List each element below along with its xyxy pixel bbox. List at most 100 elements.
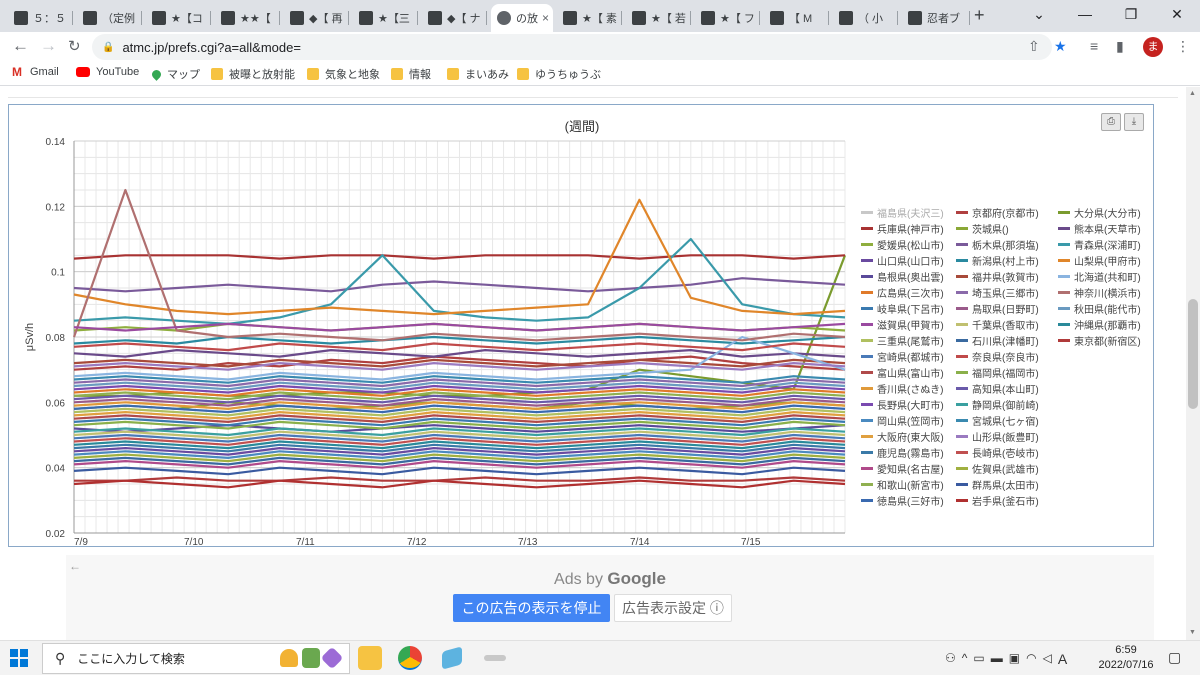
legend-item[interactable]: 北海道(共和町) <box>1058 269 1141 284</box>
scrollbar-thumb[interactable] <box>1188 299 1198 409</box>
legend-item[interactable]: 山形県(飯豊町) <box>956 429 1039 444</box>
profile-avatar[interactable]: ま <box>1143 37 1163 57</box>
legend-item[interactable]: 大阪府(東大阪) <box>861 429 944 444</box>
legend-item[interactable]: 富山県(富山市) <box>861 365 944 380</box>
legend-item[interactable]: 群馬県(太田市) <box>956 477 1039 492</box>
legend-item[interactable]: 福島県(夫沢三) <box>861 205 944 220</box>
bookmark-folder-maiami[interactable]: まいあみ <box>447 66 509 82</box>
legend-item[interactable]: 山梨県(甲府市) <box>1058 253 1141 268</box>
volume-icon[interactable]: ◁ <box>1043 651 1052 667</box>
legend-item[interactable]: 東京都(新宿区) <box>1058 333 1141 348</box>
reading-list-icon[interactable]: ≡ <box>1090 38 1098 54</box>
legend-item[interactable]: 高知県(本山町) <box>956 381 1039 396</box>
person-icon[interactable]: ⚇ <box>945 651 956 667</box>
browser-tab[interactable]: ★【三 <box>353 4 418 32</box>
legend-item[interactable]: 香川県(さぬき) <box>861 381 943 396</box>
legend-item[interactable]: 鳥取県(日野町) <box>956 301 1039 316</box>
legend-item[interactable]: 京都府(京都市) <box>956 205 1039 220</box>
app-icon[interactable] <box>484 655 506 661</box>
legend-item[interactable]: 石川県(津幡町) <box>956 333 1039 348</box>
ad-settings-button[interactable]: 広告表示設定 ⓘ <box>614 594 732 622</box>
bookmark-folder-hibaku[interactable]: 被曝と放射能 <box>211 66 295 82</box>
bookmark-maps[interactable]: マップ <box>150 66 200 82</box>
browser-tab[interactable]: ★【 素 <box>557 4 622 32</box>
calendar-badge-icon[interactable] <box>302 648 320 668</box>
notification-icon[interactable]: ▢ <box>1168 649 1181 666</box>
legend-item[interactable]: 和歌山(新宮市) <box>861 477 944 492</box>
browser-tab[interactable]: 【 M <box>764 4 829 32</box>
side-panel-icon[interactable]: ▮ <box>1116 38 1124 55</box>
legend-item[interactable]: 長崎県(壱岐市) <box>956 445 1039 460</box>
storage-icon[interactable]: ▣ <box>1009 651 1020 667</box>
bookmark-gmail[interactable]: M Gmail <box>12 66 59 78</box>
browser-tab[interactable]: （定例 <box>77 4 142 32</box>
network-icon[interactable]: ▭ <box>973 651 984 667</box>
legend-item[interactable]: 徳島県(三好市) <box>861 493 944 508</box>
legend-item[interactable]: 栃木県(那須塩) <box>956 237 1039 252</box>
ime-indicator[interactable]: A <box>1058 651 1067 667</box>
legend-item[interactable]: 広島県(三次市) <box>861 285 944 300</box>
browser-tab[interactable]: ◆【 再 <box>284 4 349 32</box>
legend-item[interactable]: 岩手県(釜石市) <box>956 493 1039 508</box>
print-icon[interactable]: ⎙ <box>1101 113 1121 131</box>
restore-button[interactable]: ❐ <box>1108 0 1154 32</box>
legend-item[interactable]: 宮崎県(都城市) <box>861 349 944 364</box>
clock[interactable]: 6:59 2022/07/16 <box>1098 643 1154 673</box>
browser-tab[interactable]: の放 × <box>491 4 553 32</box>
bookmark-folder-youtube[interactable]: ゆうちゅうぶ <box>517 66 601 82</box>
legend-item[interactable]: 茨城県() <box>956 221 1009 236</box>
legend-item[interactable]: 宮城県(七ヶ宿) <box>956 413 1039 428</box>
browser-tab[interactable]: ★★【 <box>215 4 280 32</box>
legend-item[interactable]: 神奈川(横浜市) <box>1058 285 1141 300</box>
legend-item[interactable]: 長野県(大町市) <box>861 397 944 412</box>
download-icon[interactable]: ⤓ <box>1124 113 1144 131</box>
close-tab-icon[interactable]: × <box>538 11 549 25</box>
legend-item[interactable]: 新潟県(村上市) <box>956 253 1039 268</box>
tab-search-button[interactable]: ⌄ <box>1016 0 1062 32</box>
bookmark-folder-joho[interactable]: 情報 <box>391 66 431 82</box>
legend-item[interactable]: 青森県(深浦町) <box>1058 237 1141 252</box>
legend-item[interactable]: 滋賀県(甲賀市) <box>861 317 944 332</box>
browser-tab[interactable]: 忍者ブ <box>902 4 970 32</box>
legend-item[interactable]: 千葉県(香取市) <box>956 317 1039 332</box>
legend-item[interactable]: 福岡県(福岡市) <box>956 365 1039 380</box>
legend-item[interactable]: 岐阜県(下呂市) <box>861 301 944 316</box>
scroll-up-icon[interactable]: ▲ <box>1189 90 1196 97</box>
legend-item[interactable]: 佐賀県(武雄市) <box>956 461 1039 476</box>
close-window-button[interactable]: ✕ <box>1154 0 1200 32</box>
back-icon[interactable]: ← <box>12 36 29 56</box>
legend-item[interactable]: 奈良県(奈良市) <box>956 349 1039 364</box>
legend-item[interactable]: 沖縄県(那覇市) <box>1058 317 1141 332</box>
legend-item[interactable]: 愛媛県(松山市) <box>861 237 944 252</box>
legend-item[interactable]: 鹿児島(霧島市) <box>861 445 944 460</box>
browser-tab[interactable]: ★【 若 <box>626 4 691 32</box>
legend-item[interactable]: 福井県(敦賀市) <box>956 269 1039 284</box>
legend-item[interactable]: 愛知県(名古屋) <box>861 461 944 476</box>
browser-tab[interactable]: ★【コ <box>146 4 211 32</box>
legend-item[interactable]: 埼玉県(三郷市) <box>956 285 1039 300</box>
reload-icon[interactable]: ↻ <box>68 37 81 55</box>
legend-item[interactable]: 三重県(尾鷲市) <box>861 333 944 348</box>
legend-item[interactable]: 兵庫県(神戸市) <box>861 221 944 236</box>
stop-ad-button[interactable]: この広告の表示を停止 <box>453 594 610 622</box>
notepad-icon[interactable] <box>442 646 462 670</box>
legend-item[interactable]: 熊本県(天草市) <box>1058 221 1141 236</box>
browser-tab[interactable]: ★【 フ <box>695 4 760 32</box>
legend-item[interactable]: 静岡県(御前崎) <box>956 397 1039 412</box>
lock-icon[interactable]: 🔒 <box>102 42 114 53</box>
battery-icon[interactable]: ▬ <box>991 651 1003 667</box>
scroll-down-icon[interactable]: ▼ <box>1189 629 1196 636</box>
bookmark-youtube[interactable]: YouTube <box>76 66 139 78</box>
legend-item[interactable]: 大分県(大分市) <box>1058 205 1141 220</box>
address-bar[interactable]: 🔒 atmc.jp/prefs.cgi?a=all&mode= <box>92 34 1052 60</box>
browser-tab[interactable]: ◆【 ナ <box>422 4 487 32</box>
chrome-icon[interactable] <box>398 646 422 670</box>
browser-tab[interactable]: （ 小 <box>833 4 898 32</box>
bookmark-folder-kisho[interactable]: 気象と地象 <box>307 66 380 82</box>
new-tab-button[interactable]: + <box>974 5 985 26</box>
legend-item[interactable]: 秋田県(能代市) <box>1058 301 1141 316</box>
page-scrollbar[interactable]: ▲ ▼ <box>1186 87 1200 640</box>
forward-icon[interactable]: → <box>40 36 57 56</box>
minimize-button[interactable]: — <box>1062 0 1108 32</box>
menu-icon[interactable]: ⋮ <box>1176 38 1190 55</box>
